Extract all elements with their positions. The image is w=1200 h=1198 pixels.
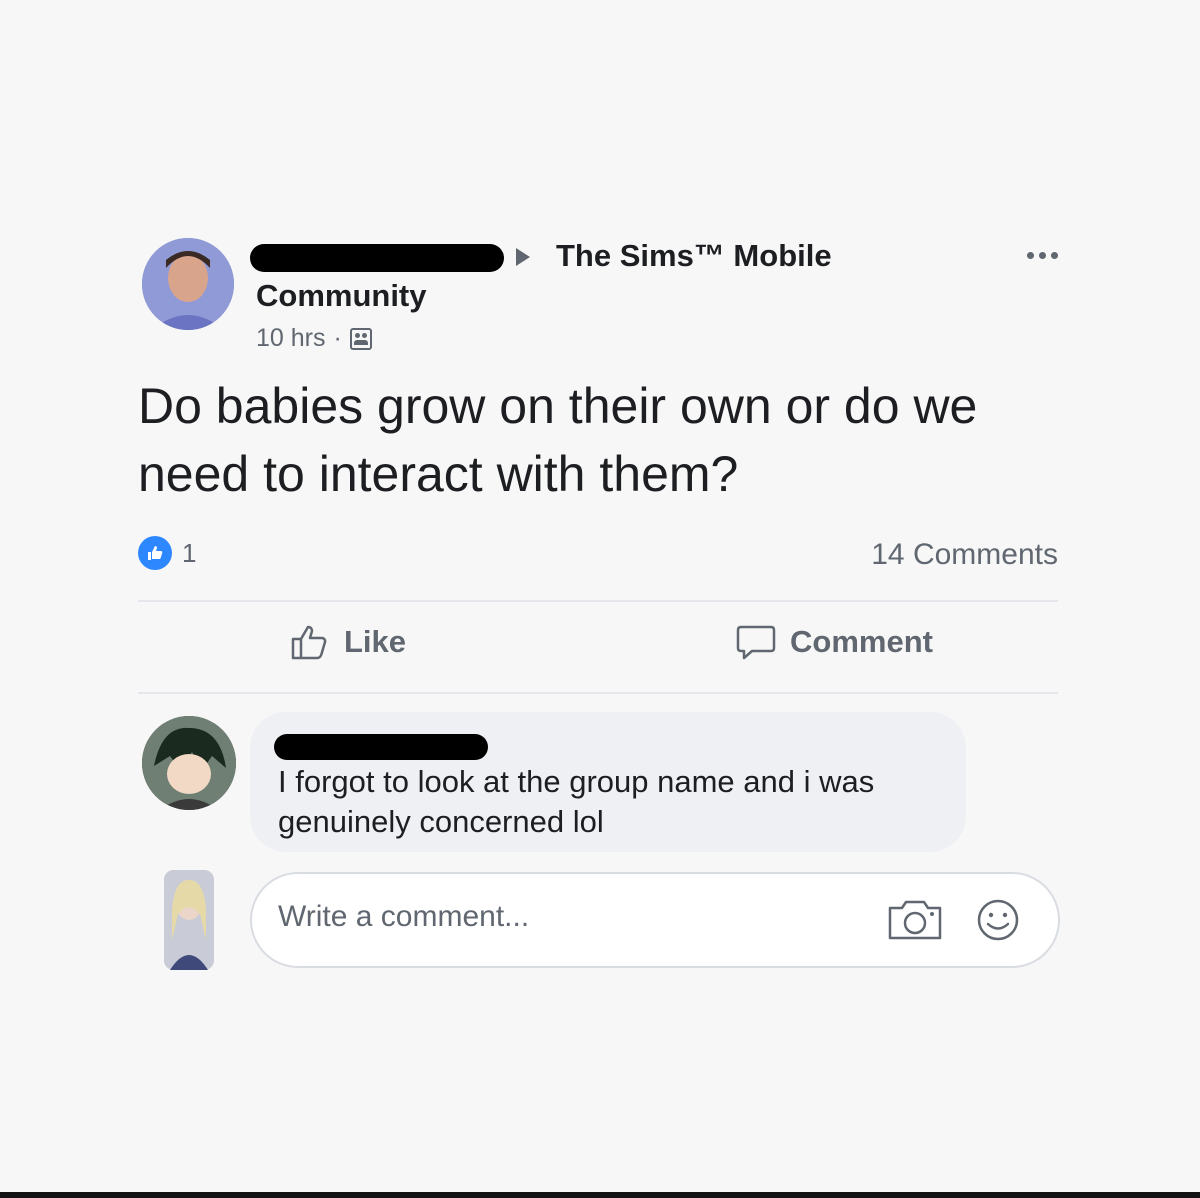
- thumbs-up-badge-icon: [138, 536, 172, 570]
- comments-count[interactable]: 14 Comments: [871, 538, 1058, 572]
- post-meta: 10 hrs ·: [256, 324, 372, 353]
- comment-button[interactable]: Comment: [736, 624, 933, 660]
- like-button[interactable]: Like: [290, 624, 406, 660]
- group-name-continued[interactable]: Community: [256, 278, 427, 314]
- bottom-border: [0, 1192, 1200, 1198]
- group-name-link[interactable]: The Sims™ Mobile: [556, 238, 832, 274]
- comment-label: Comment: [790, 624, 933, 659]
- current-user-avatar[interactable]: [164, 870, 214, 970]
- post-text: Do babies grow on their own or do we nee…: [138, 378, 978, 502]
- ellipsis-icon[interactable]: [1027, 252, 1058, 259]
- thumbs-up-icon: [291, 625, 327, 660]
- reaction-count: 1: [182, 537, 197, 568]
- reaction-summary[interactable]: 1: [138, 536, 196, 570]
- author-avatar[interactable]: [142, 238, 234, 330]
- comment-placeholder[interactable]: Write a comment...: [278, 900, 529, 934]
- redacted-author-name: [250, 244, 504, 272]
- speech-bubble-icon: [736, 625, 776, 660]
- divider: [138, 692, 1058, 694]
- group-icon: [349, 327, 372, 350]
- divider: [138, 600, 1058, 602]
- comment-text: I forgot to look at the group name and i…: [278, 764, 875, 839]
- meta-separator: ·: [333, 324, 342, 352]
- triangle-right-icon: [516, 248, 530, 266]
- commenter-avatar[interactable]: [142, 716, 236, 810]
- redacted-commenter-name: [274, 734, 488, 760]
- camera-icon[interactable]: [886, 898, 944, 947]
- emoji-icon[interactable]: [976, 898, 1020, 947]
- like-label: Like: [344, 624, 407, 659]
- post-time[interactable]: 10 hrs: [256, 324, 325, 353]
